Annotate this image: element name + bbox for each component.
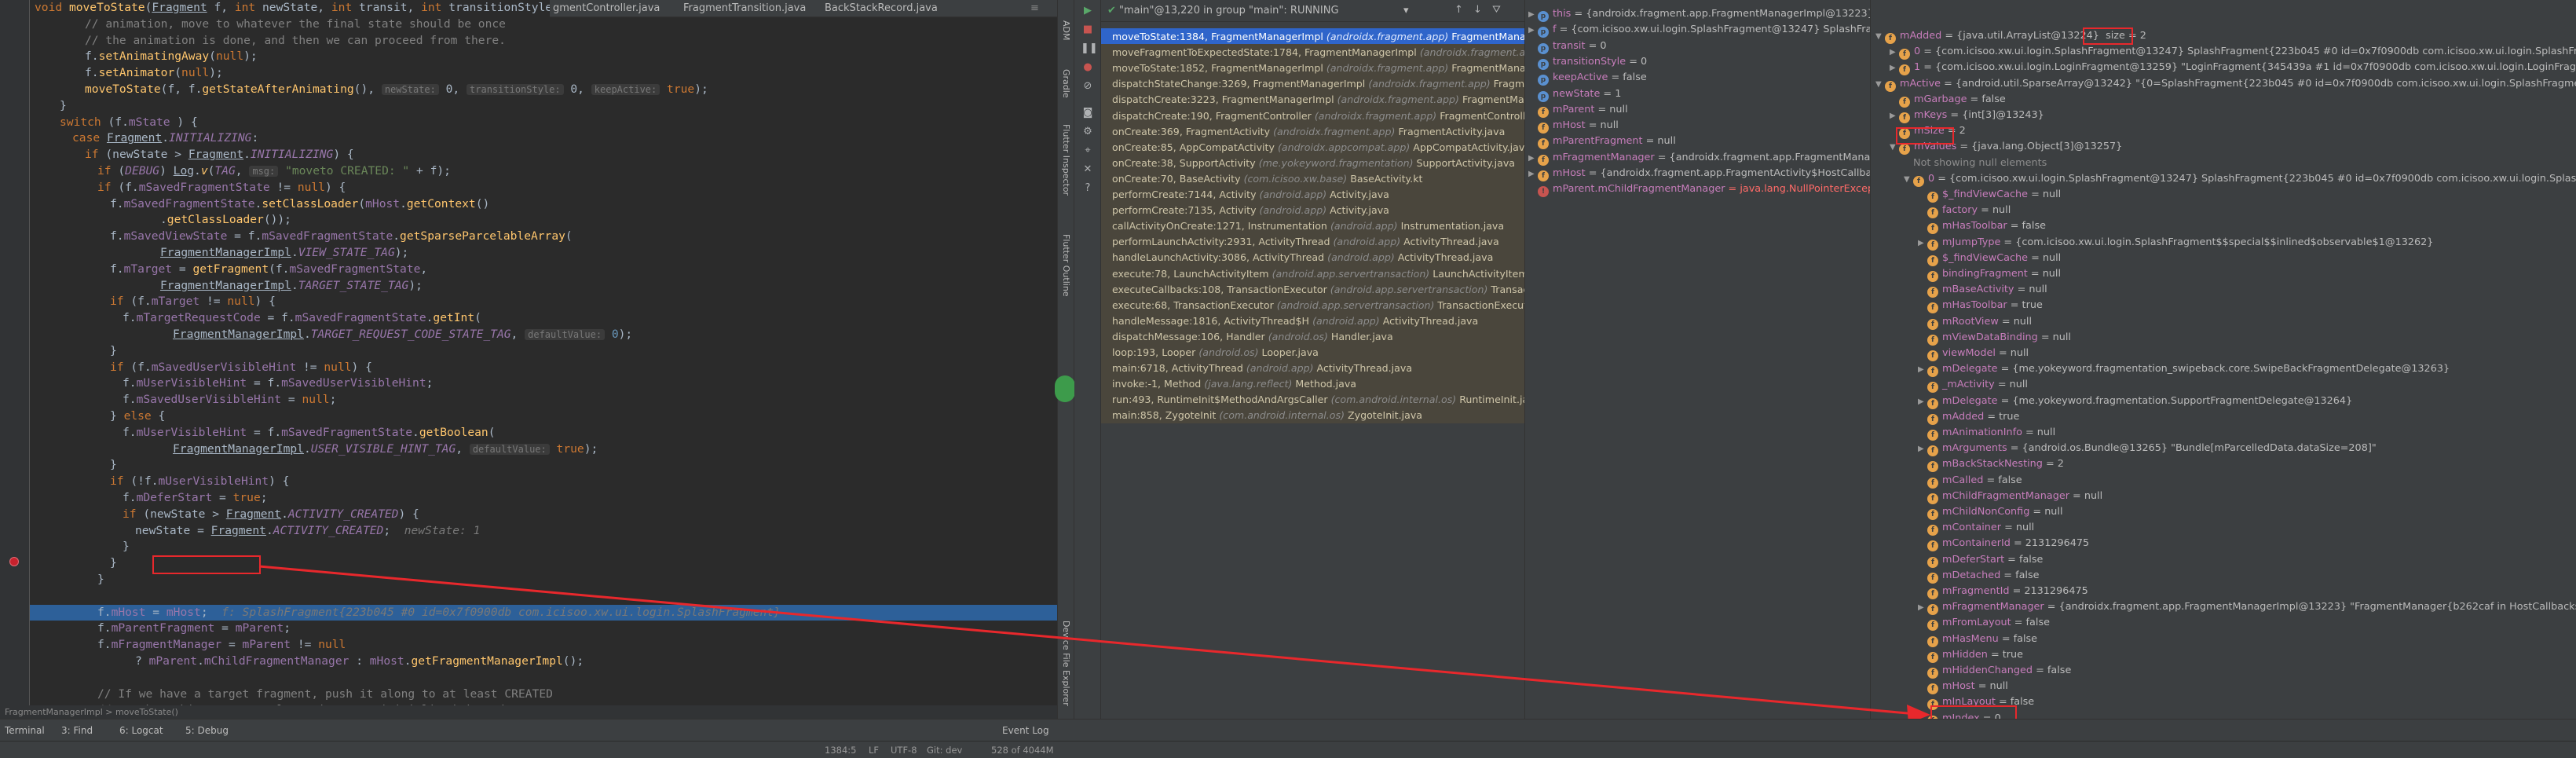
line-separator[interactable]: LF (869, 745, 879, 756)
logcat-tab[interactable]: 6: Logcat (119, 725, 163, 736)
git-branch[interactable]: Git: dev (927, 745, 962, 756)
terminal-tab[interactable]: Terminal (5, 725, 45, 736)
tool-window-bar: Terminal 3: Find 6: Logcat 5: Debug Even… (0, 719, 2576, 741)
event-log-tab[interactable]: Event Log (1002, 725, 1049, 736)
caret-position[interactable]: 1384:5 (825, 745, 856, 756)
annotation-arrow (258, 565, 1930, 723)
status-bar: 1384:5 LF UTF-8 Git: dev 528 of 4044M (0, 741, 2576, 758)
file-encoding[interactable]: UTF-8 (891, 745, 917, 756)
debug-tab[interactable]: 5: Debug (185, 725, 229, 736)
memory-indicator[interactable]: 528 of 4044M (991, 745, 1054, 756)
find-tab[interactable]: 3: Find (61, 725, 93, 736)
